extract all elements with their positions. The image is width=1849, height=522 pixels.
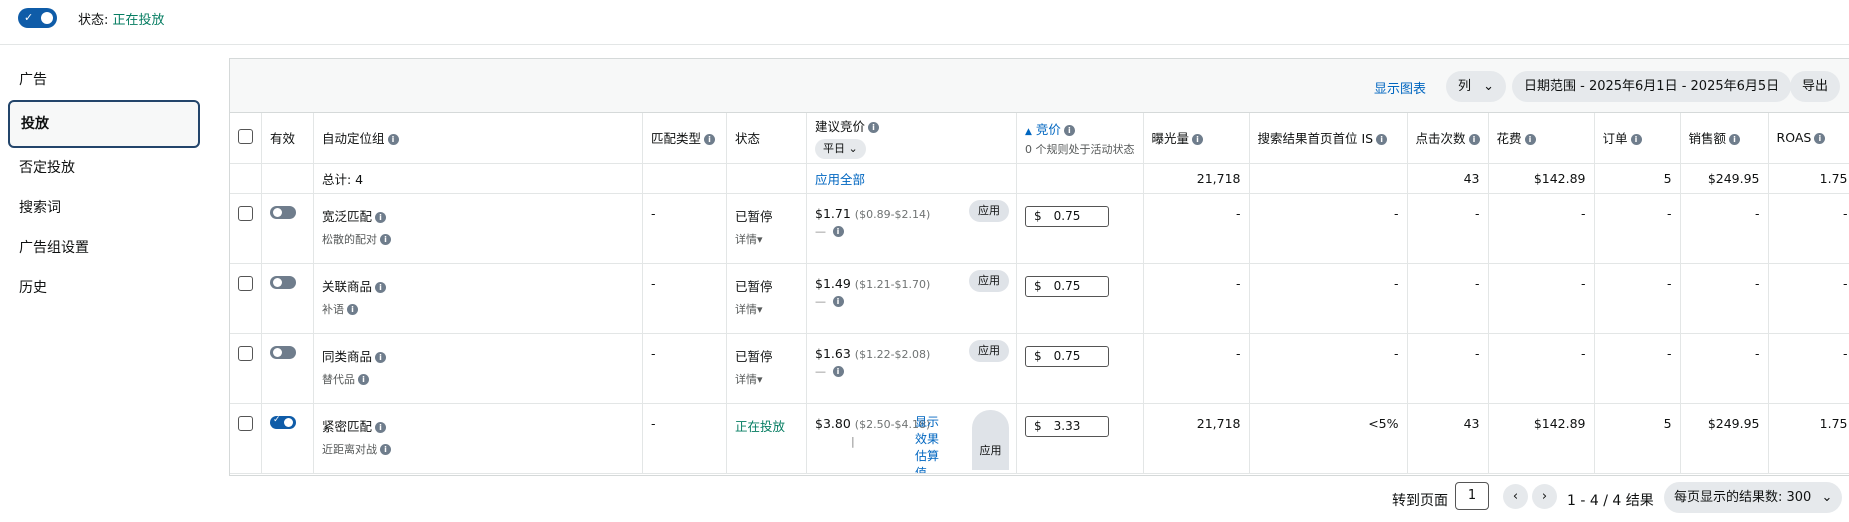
status-text: 状态: 正在投放: [78, 13, 165, 28]
info-icon[interactable]: i: [387, 134, 399, 146]
info-icon[interactable]: i: [1814, 133, 1826, 145]
sidebar: 广告 投放 否定投放 搜索词 广告组设置 历史: [0, 60, 210, 308]
row-checkbox[interactable]: [238, 275, 253, 291]
details-dropdown[interactable]: 详情▾: [735, 231, 798, 247]
header-bid: ▲ 竞价 i 0 个规则处于活动状态: [1016, 113, 1144, 164]
weekday-dropdown[interactable]: 平日 ⌄: [815, 139, 866, 160]
info-icon[interactable]: i: [1063, 124, 1075, 136]
apply-bid-button[interactable]: 应用: [969, 339, 1009, 362]
show-estimate-link[interactable]: 显示效果估算值: [915, 414, 945, 473]
header-sales: 销售额 i: [1680, 113, 1769, 164]
header-orders: 订单 i: [1594, 113, 1681, 164]
info-icon[interactable]: i: [375, 421, 387, 433]
sort-asc-icon: ▲: [1025, 126, 1032, 137]
sidebar-item-ads[interactable]: 广告: [0, 60, 210, 100]
status-value: 正在投放: [112, 13, 165, 28]
campaign-status-toggle[interactable]: ✓: [18, 8, 57, 28]
apply-all-link[interactable]: 应用全部: [806, 163, 1017, 194]
check-icon: ✓: [273, 414, 281, 425]
bid-input[interactable]: $0.75: [1025, 275, 1109, 297]
table-row: 关联商品 i 补语 i - 已暂停 详情▾ $1.49 ($1.21-$1.70) …: [230, 263, 1849, 334]
header-match-type: 匹配类型 i: [642, 113, 727, 164]
show-chart-link[interactable]: 显示图表: [1374, 78, 1426, 97]
info-icon[interactable]: i: [380, 233, 391, 245]
header-spend: 花费 i: [1488, 113, 1595, 164]
chevron-down-icon: ⌄: [848, 142, 858, 156]
info-icon[interactable]: i: [375, 211, 387, 223]
header-top-of-search: 搜索结果首页首位 IS i: [1249, 113, 1408, 164]
table-toolbar: 显示图表 列 ⌄ 日期范围 - 2025年6月1日 - 2025年6月5日 导出: [230, 59, 1849, 113]
info-icon[interactable]: i: [704, 134, 716, 146]
info-icon[interactable]: i: [1376, 134, 1388, 146]
select-all-checkbox[interactable]: [238, 128, 253, 144]
info-icon[interactable]: i: [358, 373, 369, 385]
sidebar-item-search-terms[interactable]: 搜索词: [0, 188, 210, 228]
info-icon[interactable]: i: [1729, 134, 1741, 146]
pagination: 转到页面 1 ‹ › 1 - 4 / 4 结果 每页显示的结果数: 300 ⌄: [0, 480, 1849, 520]
per-page-dropdown[interactable]: 每页显示的结果数: 300 ⌄: [1664, 482, 1843, 513]
info-icon[interactable]: i: [380, 443, 391, 455]
sidebar-item-negative-targeting[interactable]: 否定投放: [0, 148, 210, 188]
header-active: 有效: [261, 113, 314, 164]
columns-button[interactable]: 列 ⌄: [1446, 71, 1507, 102]
info-icon[interactable]: i: [868, 122, 880, 134]
row-active-toggle[interactable]: ✓: [270, 414, 296, 429]
table-row: 同类商品 i 替代品 i - 已暂停 详情▾ $1.63 ($1.22-$2.08)…: [230, 333, 1849, 404]
table-row: ✓ 紧密匹配 i 近距离对战 i - 正在投放 $3.80 ($2.50-$4.18…: [230, 403, 1849, 474]
info-icon[interactable]: i: [1524, 134, 1536, 146]
info-icon[interactable]: i: [832, 365, 844, 377]
sidebar-item-targeting[interactable]: 投放: [8, 100, 200, 148]
header-clicks: 点击次数 i: [1407, 113, 1489, 164]
page-number-input[interactable]: 1: [1455, 482, 1489, 510]
info-icon[interactable]: i: [1630, 134, 1642, 146]
apply-bid-button[interactable]: 应用: [969, 269, 1009, 292]
status-badge: 正在投放: [726, 403, 807, 474]
header-roas: ROAS i: [1768, 113, 1849, 164]
next-page-icon[interactable]: ›: [1532, 484, 1557, 509]
header-suggested-bid: 建议竞价 i 平日 ⌄: [806, 113, 1017, 164]
row-checkbox[interactable]: [238, 205, 253, 221]
table-header-row: 有效 自动定位组 i 匹配类型 i 状态 建议竞价 i 平日 ⌄ ▲ 竞价 i 0 个规…: [230, 113, 1849, 164]
total-row: 总计: 4 应用全部 21,718 43 $142.89 5 $249.95 1…: [230, 163, 1849, 194]
header-status: 状态: [726, 113, 807, 164]
chevron-down-icon: ⌄: [1483, 79, 1495, 94]
row-active-toggle[interactable]: [270, 205, 296, 219]
header-impressions: 曝光量 i: [1143, 113, 1250, 164]
details-dropdown[interactable]: 详情▾: [735, 301, 798, 317]
info-icon[interactable]: i: [347, 303, 358, 315]
export-button[interactable]: 导出: [1790, 71, 1841, 102]
sidebar-item-adgroup-settings[interactable]: 广告组设置: [0, 228, 210, 268]
status-bar: ✓ 状态: 正在投放: [0, 0, 1849, 45]
info-icon[interactable]: i: [375, 351, 387, 363]
chevron-down-icon: ⌄: [1821, 490, 1833, 505]
info-icon[interactable]: i: [1192, 134, 1204, 146]
prev-page-icon[interactable]: ‹: [1503, 484, 1528, 509]
bid-input[interactable]: $0.75: [1025, 205, 1109, 227]
info-icon[interactable]: i: [832, 225, 844, 237]
bid-input[interactable]: $3.33: [1025, 415, 1109, 437]
apply-bid-button[interactable]: 应用: [969, 199, 1009, 222]
row-checkbox[interactable]: [238, 415, 253, 431]
header-group: 自动定位组 i: [313, 113, 643, 164]
sidebar-item-history[interactable]: 历史: [0, 268, 210, 308]
info-icon[interactable]: i: [832, 295, 844, 307]
row-checkbox[interactable]: [238, 345, 253, 361]
info-icon[interactable]: i: [1468, 134, 1480, 146]
apply-bid-button[interactable]: 应用: [972, 409, 1009, 470]
details-dropdown[interactable]: 详情▾: [735, 371, 798, 387]
check-icon: ✓: [24, 11, 34, 24]
row-active-toggle[interactable]: [270, 275, 296, 289]
targeting-table: 有效 自动定位组 i 匹配类型 i 状态 建议竞价 i 平日 ⌄ ▲ 竞价 i 0 个规…: [230, 113, 1849, 474]
table-row: 宽泛匹配 i 松散的配对 i - 已暂停 详情▾ $1.71 ($0.89-$2.1…: [230, 193, 1849, 264]
info-icon[interactable]: i: [375, 281, 387, 293]
targeting-panel: 显示图表 列 ⌄ 日期范围 - 2025年6月1日 - 2025年6月5日 导出…: [229, 58, 1849, 476]
bid-input[interactable]: $0.75: [1025, 345, 1109, 367]
date-range-button[interactable]: 日期范围 - 2025年6月1日 - 2025年6月5日: [1512, 71, 1792, 102]
row-active-toggle[interactable]: [270, 345, 296, 359]
